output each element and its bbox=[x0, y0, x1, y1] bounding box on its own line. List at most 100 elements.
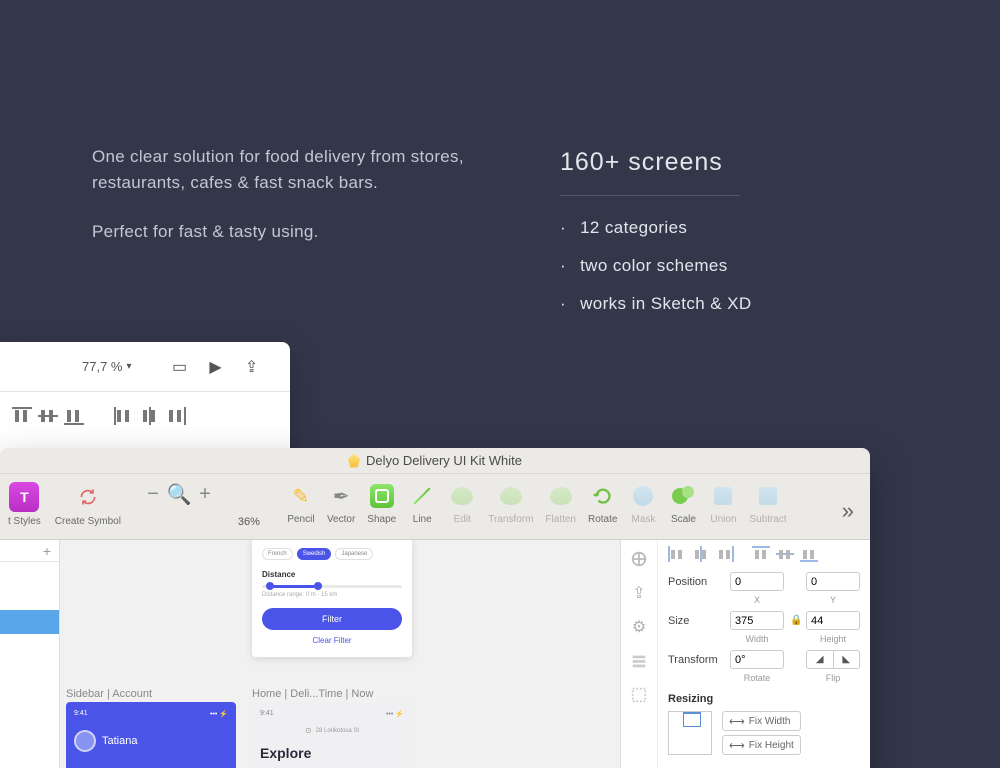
pencil-icon: ✎ bbox=[287, 482, 315, 510]
chip-row: French Swedish Japanese bbox=[262, 548, 402, 560]
artboard-explore[interactable]: 9:41••• ⚡ 28 Lorikotosa St Explore bbox=[252, 702, 412, 768]
flatten-tool[interactable]: Flatten bbox=[545, 482, 576, 525]
resize-constraints-control[interactable] bbox=[668, 711, 712, 755]
layout-icon[interactable] bbox=[628, 650, 650, 672]
position-y-input[interactable] bbox=[806, 572, 860, 591]
page-row[interactable] bbox=[0, 586, 59, 610]
distance-slider[interactable] bbox=[262, 585, 402, 588]
align-toolbar bbox=[0, 392, 290, 440]
align-right-icon[interactable] bbox=[716, 546, 734, 562]
rotate-input[interactable] bbox=[730, 650, 784, 669]
export-icon[interactable]: ⇪ bbox=[628, 582, 650, 604]
sketch-toolbar: T t Styles Create Symbol − 🔍 + 36% ✎Penc… bbox=[0, 474, 870, 540]
zoom-value[interactable]: 77,7 % bbox=[82, 359, 122, 374]
resizing-label: Resizing bbox=[668, 693, 860, 705]
height-input[interactable] bbox=[806, 611, 860, 630]
inspector-panel: ⇪ ⚙ Position bbox=[620, 540, 870, 768]
mask-icon bbox=[629, 482, 657, 510]
rotate-tool[interactable]: Rotate bbox=[588, 482, 617, 525]
gear-icon[interactable]: ⚙ bbox=[628, 616, 650, 638]
align-center-icon[interactable] bbox=[140, 407, 160, 425]
window-titlebar[interactable]: Delyo Delivery UI Kit White bbox=[0, 448, 870, 474]
more-icon[interactable]: » bbox=[842, 498, 854, 524]
line-tool[interactable]: Line bbox=[408, 482, 436, 525]
scale-icon bbox=[669, 482, 697, 510]
play-icon[interactable]: ▶ bbox=[204, 355, 228, 379]
align-left-icon[interactable] bbox=[114, 407, 134, 425]
text-styles-icon: T bbox=[9, 482, 39, 512]
mask-tool[interactable]: Mask bbox=[629, 482, 657, 525]
chip[interactable]: French bbox=[262, 548, 293, 560]
transform-label: Transform bbox=[668, 654, 724, 666]
subtract-tool[interactable]: Subtract bbox=[749, 482, 786, 525]
position-label: Position bbox=[668, 576, 724, 588]
artboard-filter[interactable]: French Swedish Japanese Distance Distanc… bbox=[252, 540, 412, 657]
zoom-out-button[interactable]: − bbox=[141, 482, 165, 506]
clear-filter-link[interactable]: Clear Filter bbox=[262, 636, 402, 645]
position-x-input[interactable] bbox=[730, 572, 784, 591]
page-row[interactable] bbox=[0, 562, 59, 586]
align-top-icon[interactable] bbox=[752, 546, 770, 562]
height-label: Height bbox=[806, 634, 860, 644]
section-label: Distance bbox=[262, 570, 402, 579]
features-list: 12 categories two color schemes works in… bbox=[560, 218, 752, 314]
chip-selected[interactable]: Swedish bbox=[297, 548, 332, 560]
tool-label: t Styles bbox=[8, 516, 41, 527]
transform-tool[interactable]: Transform bbox=[488, 482, 533, 525]
fix-width-button[interactable]: Fix Width bbox=[722, 711, 801, 731]
tool-label: Rotate bbox=[588, 514, 617, 525]
text-styles-tool[interactable]: T t Styles bbox=[8, 482, 41, 527]
align-right-icon[interactable] bbox=[166, 407, 186, 425]
pencil-tool[interactable]: ✎Pencil bbox=[287, 482, 315, 525]
width-input[interactable] bbox=[730, 611, 784, 630]
align-bottom-icon[interactable] bbox=[64, 407, 84, 425]
tool-label: Flatten bbox=[545, 514, 576, 525]
lock-icon[interactable]: 🔒 bbox=[790, 615, 800, 626]
vector-icon: ✒ bbox=[327, 482, 355, 510]
filter-button[interactable]: Filter bbox=[262, 608, 402, 630]
page-row-selected[interactable] bbox=[0, 610, 59, 634]
tool-label: Union bbox=[710, 514, 736, 525]
rotate-label: Rotate bbox=[730, 673, 784, 683]
share-icon[interactable]: ⇪ bbox=[240, 355, 264, 379]
zoom-value[interactable]: 36% bbox=[231, 516, 267, 528]
flip-vertical-icon[interactable]: ◣ bbox=[834, 651, 860, 668]
statusbar-icons: ••• ⚡ bbox=[386, 710, 404, 718]
statusbar-icons: ••• ⚡ bbox=[210, 710, 228, 718]
align-middle-icon[interactable] bbox=[38, 407, 58, 425]
artboard-label[interactable]: Sidebar | Account bbox=[66, 688, 152, 700]
flip-horizontal-icon[interactable]: ◢ bbox=[807, 651, 834, 668]
flatten-icon bbox=[547, 482, 575, 510]
chevron-down-icon[interactable]: ▾ bbox=[126, 361, 131, 372]
zoom-control: − 🔍 + bbox=[141, 482, 217, 506]
create-symbol-tool[interactable]: Create Symbol bbox=[55, 482, 121, 527]
flip-label: Flip bbox=[806, 673, 860, 683]
inspector-tab-icon[interactable] bbox=[628, 548, 650, 570]
fix-height-button[interactable]: Fix Height bbox=[722, 735, 801, 755]
tool-label: Edit bbox=[454, 514, 471, 525]
tool-label: Vector bbox=[327, 514, 355, 525]
window-title: Delyo Delivery UI Kit White bbox=[366, 453, 522, 468]
union-tool[interactable]: Union bbox=[709, 482, 737, 525]
canvas[interactable]: French Swedish Japanese Distance Distanc… bbox=[60, 540, 620, 768]
align-bottom-icon[interactable] bbox=[800, 546, 818, 562]
shape-tool[interactable]: Shape bbox=[367, 482, 396, 525]
vector-tool[interactable]: ✒ Vector bbox=[327, 482, 355, 525]
resize-icon[interactable] bbox=[628, 684, 650, 706]
artboard-sidebar-account[interactable]: 9:41••• ⚡ Tatiana Explo bbox=[66, 702, 236, 768]
flip-control[interactable]: ◢◣ bbox=[806, 650, 860, 669]
add-page-button[interactable]: + bbox=[0, 540, 59, 562]
device-preview-icon[interactable]: ▭ bbox=[168, 355, 192, 379]
zoom-icon[interactable]: 🔍 bbox=[167, 482, 191, 506]
align-middle-icon[interactable] bbox=[776, 546, 794, 562]
align-center-icon[interactable] bbox=[692, 546, 710, 562]
artboard-label[interactable]: Home | Deli...Time | Now bbox=[252, 688, 373, 700]
edit-tool[interactable]: Edit bbox=[448, 482, 476, 525]
slider-range-label: Distance range: 0 m - 15 km bbox=[262, 592, 402, 598]
size-label: Size bbox=[668, 615, 724, 627]
align-left-icon[interactable] bbox=[668, 546, 686, 562]
scale-tool[interactable]: Scale bbox=[669, 482, 697, 525]
align-top-icon[interactable] bbox=[12, 407, 32, 425]
chip[interactable]: Japanese bbox=[335, 548, 373, 560]
zoom-in-button[interactable]: + bbox=[193, 482, 217, 506]
